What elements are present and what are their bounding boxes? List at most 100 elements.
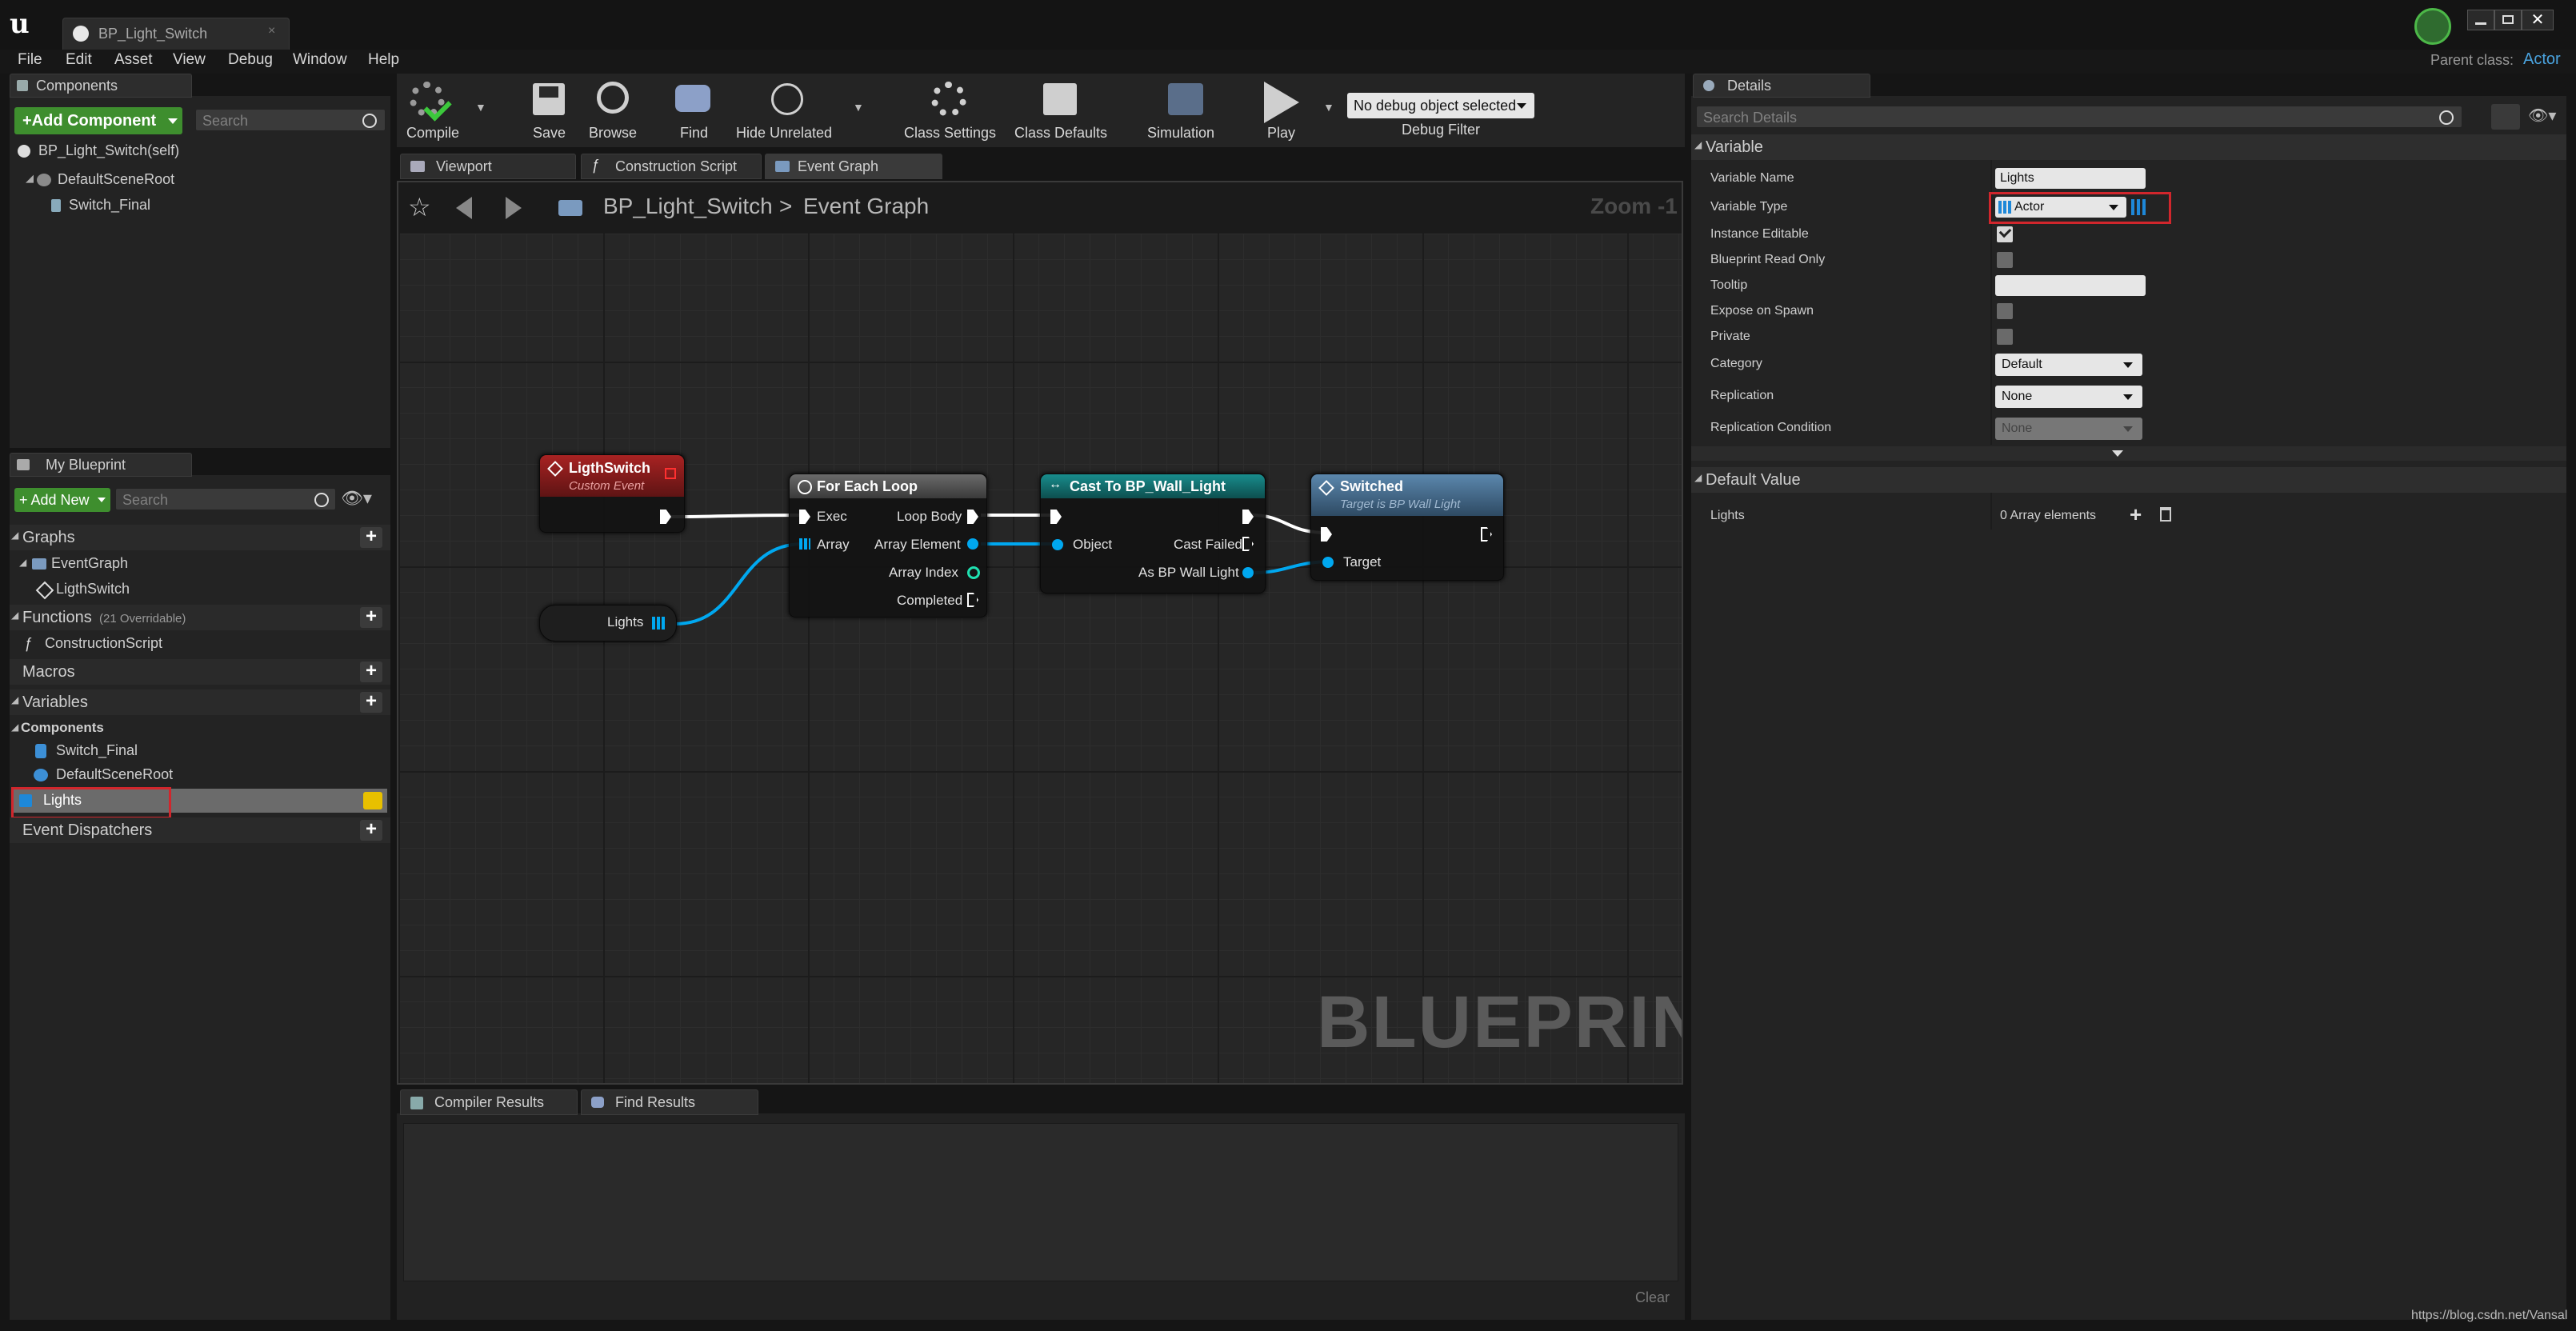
maximize-icon[interactable] xyxy=(2494,10,2522,30)
hide-unrelated-dropdown[interactable]: ▼ xyxy=(853,101,864,114)
variable-name-input[interactable]: Lights xyxy=(1995,168,2146,189)
variables-components-category[interactable]: ◢ Components xyxy=(11,718,379,739)
exec-out-pin[interactable] xyxy=(1481,527,1492,542)
event-graph-canvas[interactable]: ☆ BP_Light_Switch > Event Graph Zoom -1 … xyxy=(397,181,1683,1085)
play-options-dropdown[interactable]: ▼ xyxy=(1323,101,1334,114)
exec-in-pin[interactable] xyxy=(1321,527,1332,542)
add-element-icon[interactable]: + xyxy=(2130,502,2142,527)
menu-edit[interactable]: Edit xyxy=(66,51,92,69)
add-function-button[interactable]: + xyxy=(360,607,382,628)
close-window-icon[interactable]: ✕ xyxy=(2522,10,2554,30)
array-in-pin[interactable] xyxy=(799,538,810,550)
add-event-dispatcher-button[interactable]: + xyxy=(360,820,382,841)
compile-options-dropdown[interactable]: ▼ xyxy=(475,101,486,114)
source-control-icon[interactable] xyxy=(2414,8,2451,45)
menu-asset[interactable]: Asset xyxy=(114,51,153,69)
array-out-pin[interactable] xyxy=(652,617,665,630)
menu-view[interactable]: View xyxy=(173,51,206,69)
class-settings-button[interactable]: Class Settings xyxy=(901,77,997,144)
tab-my-blueprint[interactable]: My Blueprint xyxy=(10,453,192,477)
eye-icon[interactable] xyxy=(363,792,382,809)
exec-out-pin[interactable] xyxy=(660,510,671,524)
self-item[interactable]: BP_Light_Switch(self) xyxy=(14,141,382,163)
replication-condition-select[interactable]: None xyxy=(1995,418,2142,440)
event-dispatchers-section[interactable]: Event Dispatchers xyxy=(10,817,390,843)
browse-button[interactable]: Browse xyxy=(581,77,648,144)
class-defaults-button[interactable]: Class Defaults xyxy=(1011,77,1110,144)
menu-help[interactable]: Help xyxy=(368,51,399,69)
target-pin[interactable] xyxy=(1322,557,1334,568)
private-checkbox[interactable] xyxy=(1997,329,2013,345)
minimize-icon[interactable] xyxy=(2467,10,2494,30)
exec-in-pin[interactable] xyxy=(799,510,810,524)
eye-icon[interactable]: 👁▾ xyxy=(341,488,372,509)
add-graph-button[interactable]: + xyxy=(360,527,382,548)
menu-window[interactable]: Window xyxy=(293,51,347,69)
tab-compiler-results[interactable]: Compiler Results xyxy=(400,1089,578,1115)
menu-file[interactable]: File xyxy=(18,51,42,69)
add-component-button[interactable]: +Add Component xyxy=(14,107,182,134)
tab-event-graph[interactable]: Event Graph xyxy=(765,154,942,179)
expand-arrow-icon[interactable]: ◢ xyxy=(26,172,34,185)
tab-components[interactable]: Components xyxy=(10,74,192,98)
array-element-pin[interactable] xyxy=(967,538,978,550)
variables-section[interactable]: ◢ Variables xyxy=(10,689,390,715)
add-new-button[interactable]: + Add New xyxy=(14,488,110,512)
graph-item-eventgraph[interactable]: ◢ EventGraph xyxy=(19,554,379,576)
tab-find-results[interactable]: Find Results xyxy=(581,1089,758,1115)
find-button[interactable]: Find xyxy=(664,77,725,144)
custom-event-node[interactable]: LigthSwitch Custom Event xyxy=(539,454,685,533)
close-icon[interactable]: × xyxy=(268,24,275,38)
variable-item-default-scene-root[interactable]: DefaultSceneRoot xyxy=(32,765,376,787)
category-select[interactable]: Default xyxy=(1995,354,2142,376)
my-blueprint-search-input[interactable]: Search xyxy=(115,488,336,510)
exec-out-pin[interactable] xyxy=(1242,510,1254,524)
loop-body-pin[interactable] xyxy=(967,510,978,524)
default-value-category[interactable]: ◢ Default Value xyxy=(1691,467,2566,493)
delegate-pin[interactable] xyxy=(665,468,676,479)
completed-pin[interactable] xyxy=(967,593,978,607)
clear-button[interactable]: Clear xyxy=(1635,1289,1670,1306)
add-variable-button[interactable]: + xyxy=(360,692,382,713)
eye-icon[interactable]: 👁▾ xyxy=(2528,106,2556,126)
tab-viewport[interactable]: Viewport xyxy=(400,154,576,179)
object-in-pin[interactable] xyxy=(1052,539,1063,550)
component-tree-child[interactable]: Switch_Final xyxy=(48,195,368,218)
simulation-button[interactable]: Simulation xyxy=(1142,77,1227,144)
exec-in-pin[interactable] xyxy=(1050,510,1062,524)
blueprint-read-only-checkbox[interactable] xyxy=(1997,252,2013,268)
functions-section[interactable]: ◢ Functions (21 Overridable) xyxy=(10,605,390,630)
trash-icon[interactable] xyxy=(2160,507,2171,522)
array-index-pin[interactable] xyxy=(967,566,980,579)
save-button[interactable]: Save xyxy=(520,77,578,144)
function-item-constructionscript[interactable]: ƒ ConstructionScript xyxy=(22,634,374,656)
tooltip-input[interactable] xyxy=(1995,275,2146,296)
components-search-input[interactable]: Search xyxy=(195,109,386,131)
variable-item-switch-final[interactable]: Switch_Final xyxy=(32,741,376,763)
advanced-expander[interactable] xyxy=(1691,446,2566,461)
cast-failed-pin[interactable] xyxy=(1242,537,1254,551)
debug-object-select[interactable]: No debug object selected xyxy=(1347,93,1534,118)
document-tab[interactable]: BP_Light_Switch × xyxy=(62,18,290,50)
play-button[interactable]: Play xyxy=(1251,77,1312,144)
details-search-input[interactable]: Search Details xyxy=(1696,106,2462,128)
parent-class-link[interactable]: Actor xyxy=(2523,50,2561,69)
switched-node[interactable]: Switched Target is BP Wall Light Target xyxy=(1310,474,1504,581)
replication-select[interactable]: None xyxy=(1995,386,2142,408)
as-bp-wall-light-pin[interactable] xyxy=(1242,567,1254,578)
lights-getter-node[interactable]: Lights xyxy=(539,605,677,642)
graphs-section[interactable]: ◢ Graphs xyxy=(10,525,390,550)
menu-debug[interactable]: Debug xyxy=(228,51,273,69)
cast-node[interactable]: ↔ Cast To BP_Wall_Light Object Cast Fail… xyxy=(1040,474,1266,594)
add-macro-button[interactable]: + xyxy=(360,662,382,682)
unreal-logo-icon[interactable]: u xyxy=(10,8,30,40)
compile-button[interactable]: Compile xyxy=(403,77,475,144)
for-each-loop-node[interactable]: For Each Loop Exec Array Loop Body Array… xyxy=(789,474,987,618)
component-tree-root[interactable]: ◢ DefaultSceneRoot xyxy=(24,170,376,192)
graph-item-ligthswitch[interactable]: LigthSwitch xyxy=(35,579,371,602)
macros-section[interactable]: Macros xyxy=(10,659,390,685)
tab-details[interactable]: Details xyxy=(1693,74,1870,98)
expose-on-spawn-checkbox[interactable] xyxy=(1997,303,2013,319)
tab-construction-script[interactable]: ƒ Construction Script xyxy=(581,154,762,179)
variable-category[interactable]: ◢ Variable xyxy=(1691,134,2566,160)
